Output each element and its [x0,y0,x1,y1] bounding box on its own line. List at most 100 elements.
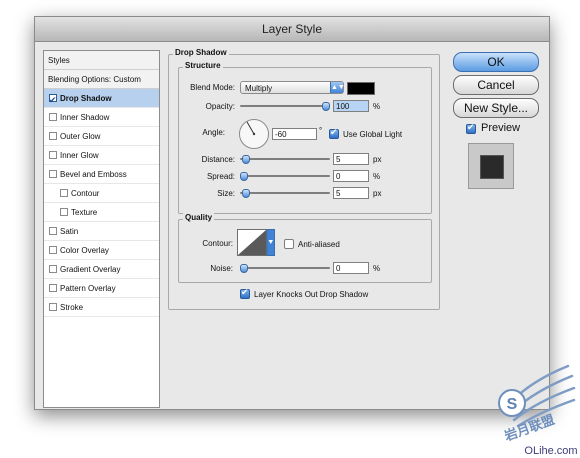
opacity-label: Opacity: [205,102,235,111]
noise-slider[interactable] [240,263,330,273]
style-item-stroke[interactable]: Stroke [44,298,159,317]
style-item-label: Satin [60,227,79,236]
style-checkbox[interactable] [60,208,68,216]
style-checkbox[interactable] [49,170,57,178]
size-unit: px [373,189,382,198]
spread-field[interactable]: 0 [333,170,369,182]
style-item-gradient-overlay[interactable]: Gradient Overlay [44,260,159,279]
new-style-button[interactable]: New Style... [453,98,539,118]
style-item-bevel-and-emboss[interactable]: Bevel and Emboss [44,165,159,184]
style-checkbox[interactable] [49,303,57,311]
quality-title: Quality [183,213,215,222]
style-item-label: Bevel and Emboss [60,170,127,179]
style-checkbox[interactable] [49,246,57,254]
contour-picker[interactable] [237,229,275,256]
style-item-satin[interactable]: Satin [44,222,159,241]
size-label: Size: [217,189,235,198]
noise-slider-thumb[interactable] [240,264,248,273]
dialog-title: Layer Style [35,17,549,42]
watermark-logo: S 岩月联盟 OLihe.com [498,364,578,457]
preview-label: Preview [481,122,521,134]
style-item-label: Inner Glow [60,151,99,160]
spread-slider[interactable] [240,171,330,181]
use-global-light-checkbox[interactable] [329,127,339,139]
use-global-light-label: Use Global Light [343,130,403,139]
style-item-label: Styles [48,56,70,65]
drop-shadow-title: Drop Shadow [173,48,229,57]
opacity-field[interactable]: 100 [333,100,369,112]
angle-label: Angle: [202,128,225,137]
style-checkbox[interactable] [49,113,57,121]
style-checkbox[interactable] [49,227,57,235]
blend-mode-select[interactable]: Multiply ▲▼ [240,81,345,94]
style-item-outer-glow[interactable]: Outer Glow [44,127,159,146]
preview-checkbox[interactable] [466,122,476,134]
style-item-blending-options-custom[interactable]: Blending Options: Custom [44,70,159,89]
spread-label: Spread: [206,172,235,181]
style-item-label: Contour [71,189,100,198]
style-item-contour[interactable]: Contour [44,184,159,203]
ok-button[interactable]: OK [453,52,539,72]
cancel-button[interactable]: Cancel [453,75,539,95]
noise-field[interactable]: 0 [333,262,369,274]
opacity-slider[interactable] [240,101,330,111]
style-checkbox[interactable] [49,284,57,292]
style-item-label: Outer Glow [60,132,101,141]
style-checkbox[interactable] [49,151,57,159]
structure-title: Structure [183,61,223,70]
styles-list: Styles Blending Options: Custom Drop Shado… [43,50,160,408]
anti-aliased-checkbox[interactable] [284,239,294,249]
size-slider[interactable] [240,188,330,198]
contour-label: Contour: [202,239,233,248]
size-slider-thumb[interactable] [241,189,250,198]
style-item-texture[interactable]: Texture [44,203,159,222]
style-item-label: Color Overlay [60,246,109,255]
style-item-color-overlay[interactable]: Color Overlay [44,241,159,260]
distance-slider-track [240,158,330,160]
size-field[interactable]: 5 [333,187,369,199]
shadow-color-swatch[interactable] [347,82,375,95]
distance-slider[interactable] [240,154,330,164]
style-checkbox[interactable] [49,132,57,140]
layer-knocks-out-checkbox[interactable] [240,287,250,299]
layer-knocks-out-label: Layer Knocks Out Drop Shadow [254,290,369,299]
distance-field[interactable]: 5 [333,153,369,165]
blend-mode-value: Multiply [245,84,273,93]
preview-thumbnail [468,143,514,189]
anti-aliased-label: Anti-aliased [298,240,340,249]
style-item-label: Blending Options: Custom [48,75,141,84]
noise-label: Noise: [210,264,233,273]
chevron-down-icon: ▲▼ [330,82,345,93]
style-item-styles[interactable]: Styles [44,51,159,70]
angle-field[interactable]: -60 [272,128,317,140]
noise-unit: % [373,264,381,273]
size-slider-track [240,192,330,194]
angle-dial[interactable] [238,118,270,150]
style-checkbox[interactable] [49,91,57,110]
layer-style-dialog: Layer Style Styles Blending Options: Cust… [34,16,550,410]
distance-label: Distance: [201,155,235,164]
style-item-label: Inner Shadow [60,113,110,122]
style-item-inner-shadow[interactable]: Inner Shadow [44,108,159,127]
noise-slider-track [240,267,330,269]
quality-group [178,219,432,283]
style-item-inner-glow[interactable]: Inner Glow [44,146,159,165]
style-checkbox[interactable] [60,189,68,197]
spread-slider-thumb[interactable] [240,172,248,181]
style-item-drop-shadow[interactable]: Drop Shadow [44,89,159,110]
style-item-label: Gradient Overlay [60,265,121,274]
spread-unit: % [373,172,381,181]
style-item-label: Pattern Overlay [60,284,116,293]
style-checkbox[interactable] [49,265,57,273]
opacity-slider-thumb[interactable] [322,102,330,111]
blend-mode-label: Blend Mode: [190,83,235,92]
preview-swatch [480,155,504,179]
style-item-label: Stroke [60,303,84,312]
style-item-pattern-overlay[interactable]: Pattern Overlay [44,279,159,298]
opacity-unit: % [373,102,381,111]
opacity-slider-track [240,105,330,107]
distance-slider-thumb[interactable] [241,155,250,164]
style-item-label: Drop Shadow [60,94,112,103]
spread-slider-track [240,175,330,177]
style-item-label: Texture [71,208,98,217]
